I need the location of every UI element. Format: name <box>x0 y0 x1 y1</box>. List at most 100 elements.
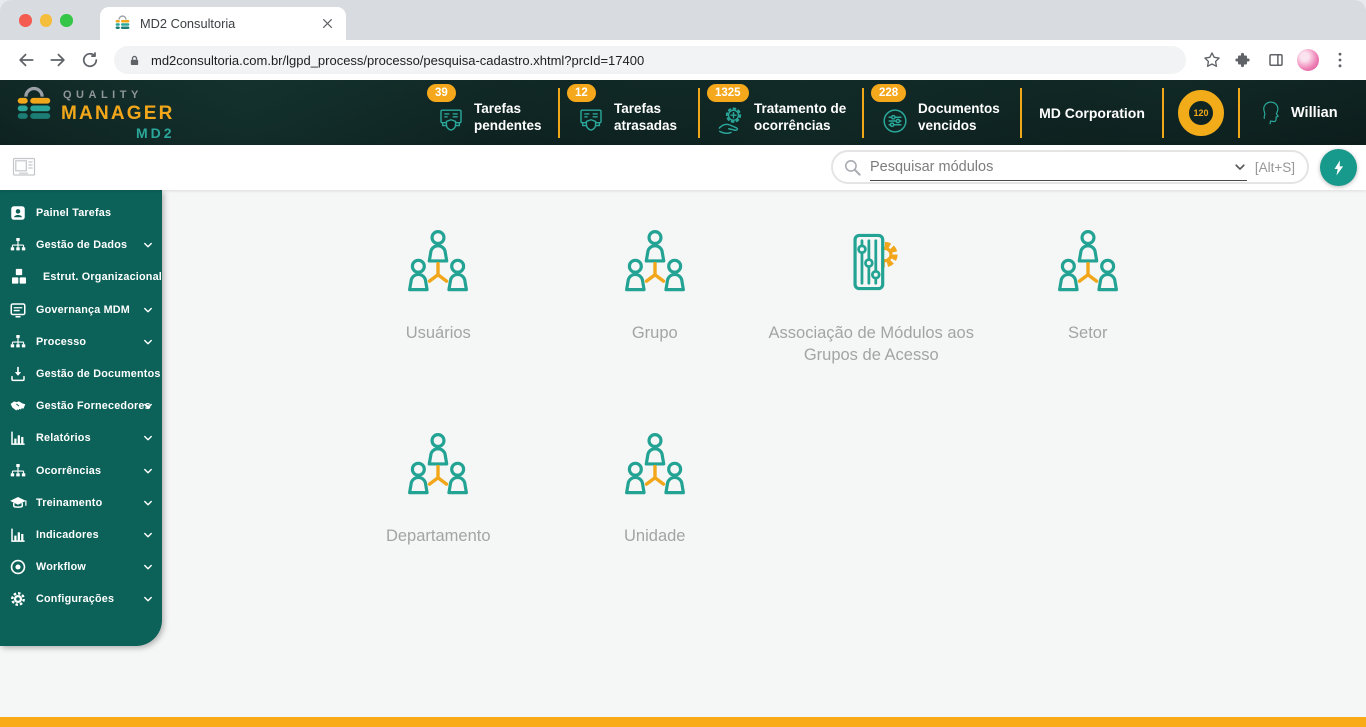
sidebar-item-gestao-fornecedores[interactable]: Gestão Fornecedores <box>0 390 162 422</box>
card-label: Grupo <box>631 324 678 342</box>
sidebar-item-label: Indicadores <box>36 528 99 541</box>
broken-image-placeholder-icon <box>12 157 36 177</box>
sidebar-item-estrut-organizacional[interactable]: Estrut. Organizacional <box>0 261 162 293</box>
module-search-bar[interactable]: [Alt+S] <box>831 150 1309 184</box>
logo-word-quality: QUALITY <box>63 88 143 101</box>
sidebar-item-label: Estrut. Organizacional <box>43 271 162 284</box>
sidebar-item-gestao-de-documentos[interactable]: Gestão de Documentos <box>0 358 162 390</box>
sidebar-item-label: Gestão de Dados <box>36 239 128 252</box>
count-badge: 228 <box>871 84 907 102</box>
badge-tarefas-atrasadas[interactable]: 12 Tarefas atrasadas <box>560 80 698 145</box>
sidebar-menu: Painel Tarefas Gestão de Dados Estrut. O… <box>0 190 162 646</box>
chevron-down-icon <box>142 561 154 573</box>
minimize-window-button[interactable] <box>39 14 52 27</box>
gauge-value: 120 <box>1193 107 1209 118</box>
card-label: Setor <box>1068 324 1108 342</box>
md2-favicon <box>114 15 131 32</box>
chevron-down-icon <box>142 593 154 605</box>
card-unidade[interactable]: Unidade <box>547 407 764 610</box>
lock-icon <box>128 54 141 67</box>
extensions-button[interactable] <box>1228 44 1260 76</box>
user-group-icon <box>621 431 689 499</box>
address-bar[interactable]: md2consultoria.com.br/lgpd_process/proce… <box>114 46 1186 74</box>
sidebar-item-label: Configurações <box>36 593 115 606</box>
sidebar-item-label: Workflow <box>36 561 86 574</box>
documents-sliders-icon <box>880 106 910 136</box>
sidebar-item-configuracoes[interactable]: Configurações <box>0 583 162 615</box>
sidebar-item-label: Ocorrências <box>36 464 102 477</box>
count-badge: 12 <box>567 84 596 102</box>
sidebar-item-workflow[interactable]: Workflow <box>0 551 162 583</box>
forward-button[interactable] <box>42 44 74 76</box>
close-window-button[interactable] <box>19 14 32 27</box>
gauge-wrap[interactable]: 120 <box>1164 89 1238 136</box>
count-badge: 39 <box>427 84 456 102</box>
company-name[interactable]: MD Corporation <box>1022 105 1162 121</box>
sidebar-item-painel-tarefas[interactable]: Painel Tarefas <box>0 197 162 229</box>
chevron-down-icon <box>142 336 154 348</box>
maximize-window-button[interactable] <box>60 14 73 27</box>
app-toolbar: [Alt+S] <box>0 145 1366 190</box>
sidebar-item-label: Painel Tarefas <box>36 207 112 220</box>
chevron-down-icon <box>142 400 154 412</box>
back-icon <box>16 50 36 70</box>
sitemap-icon <box>9 462 27 480</box>
board-icon <box>9 301 27 319</box>
tasks-icon <box>576 106 606 136</box>
user-name: Willian <box>1291 104 1338 121</box>
sidebar-item-processo[interactable]: Processo <box>0 326 162 358</box>
side-panel-icon <box>1267 51 1285 69</box>
sidebar-item-ocorrencias[interactable]: Ocorrências <box>0 455 162 487</box>
sitemap-icon <box>9 236 27 254</box>
user-group-icon <box>621 228 689 296</box>
user-group-icon <box>404 228 472 296</box>
user-head-icon <box>1258 99 1282 127</box>
card-grupo[interactable]: Grupo <box>547 204 764 407</box>
person-badge-icon <box>9 204 27 222</box>
puzzle-icon <box>1235 51 1253 69</box>
chevron-down-icon <box>142 239 154 251</box>
search-input[interactable] <box>870 158 1227 175</box>
search-icon <box>843 158 862 177</box>
logo-text: QUALITY MANAGER MD2 <box>61 86 175 140</box>
header-right-section: 39 Tarefas pendentes 12 Tarefas atrasada… <box>420 80 1352 145</box>
card-setor[interactable]: Setor <box>980 204 1197 407</box>
bookmark-button[interactable] <box>1196 44 1228 76</box>
search-input-wrap <box>870 154 1247 181</box>
sidebar-item-relatorios[interactable]: Relatórios <box>0 422 162 454</box>
badge-tratamento-ocorrencias[interactable]: 1325 Tratamento de ocorrências <box>700 80 862 145</box>
browser-menu-button[interactable] <box>1324 44 1356 76</box>
reload-button[interactable] <box>74 44 106 76</box>
sidebar-item-label: Treinamento <box>36 496 103 509</box>
sidebar-item-indicadores[interactable]: Indicadores <box>0 519 162 551</box>
gear-icon <box>9 590 27 608</box>
card-departamento[interactable]: Departamento <box>330 407 547 610</box>
tab-title: MD2 Consultoria <box>140 16 236 31</box>
quality-manager-logo[interactable]: QUALITY MANAGER MD2 <box>14 86 204 140</box>
badge-tarefas-pendentes[interactable]: 39 Tarefas pendentes <box>420 80 558 145</box>
sidebar-item-gestao-de-dados[interactable]: Gestão de Dados <box>0 229 162 261</box>
chevron-down-icon <box>142 529 154 541</box>
badge-documentos-vencidos[interactable]: 228 Documentos vencidos <box>864 80 1020 145</box>
user-group-icon <box>1054 228 1122 296</box>
tab-close-icon[interactable] <box>319 15 336 32</box>
handshake-icon <box>9 397 27 415</box>
card-associacao-modulos[interactable]: Associação de Módulos aos Grupos de Aces… <box>763 204 980 407</box>
side-panel-button[interactable] <box>1260 44 1292 76</box>
browser-window: MD2 Consultoria md2consultoria.com.br/lg… <box>0 0 1366 727</box>
user-menu[interactable]: Willian <box>1240 99 1352 127</box>
browser-toolbar: md2consultoria.com.br/lgpd_process/proce… <box>0 40 1366 80</box>
sidebar-item-treinamento[interactable]: Treinamento <box>0 487 162 519</box>
browser-tab[interactable]: MD2 Consultoria <box>100 7 346 40</box>
card-usuarios[interactable]: Usuários <box>330 204 547 407</box>
chevron-down-icon[interactable] <box>1233 160 1247 174</box>
badge-label: Tratamento de ocorrências <box>754 101 847 133</box>
sidebar-item-governanca-mdm[interactable]: Governança MDM <box>0 294 162 326</box>
back-button[interactable] <box>10 44 42 76</box>
chevron-down-icon <box>142 465 154 477</box>
three-dots-icon <box>1330 50 1350 70</box>
browser-profile-avatar[interactable] <box>1297 49 1319 71</box>
card-label: Unidade <box>624 527 686 545</box>
quick-actions-button[interactable] <box>1320 149 1357 186</box>
forward-icon <box>48 50 68 70</box>
